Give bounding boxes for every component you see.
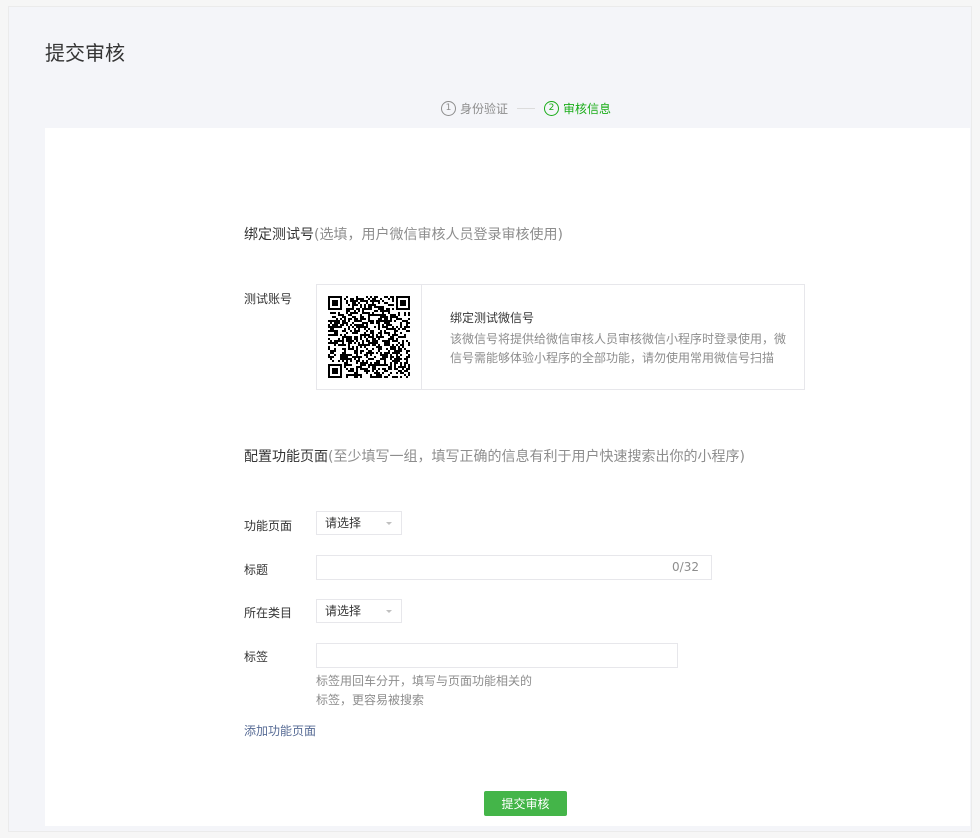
tags-hint-line-2: 标签，更容易被搜索: [316, 693, 425, 707]
test-account-section-title: 绑定测试号(选填，用户微信审核人员登录审核使用): [244, 224, 563, 244]
qr-code-icon[interactable]: [327, 296, 410, 378]
category-select-value: 请选择: [325, 604, 362, 618]
step-label-2: 审核信息: [563, 101, 612, 116]
step-label-1: 身份验证: [460, 101, 509, 116]
page-title: 提交审核: [45, 41, 125, 65]
config-section-title: 配置功能页面(至少填写一组，填写正确的信息有利于用户快速搜索出你的小程序): [244, 446, 745, 466]
test-account-label: 测试账号: [244, 292, 293, 306]
qr-code-cell: [317, 285, 422, 389]
section-title-text: 绑定测试号: [244, 227, 314, 243]
step-number-2: 2: [544, 100, 560, 116]
section-title-hint: (至少填写一组，填写正确的信息有利于用户快速搜索出你的小程序): [328, 449, 745, 465]
section-title-hint: (选填，用户微信审核人员登录审核使用): [314, 227, 563, 243]
category-label: 所在类目: [244, 606, 293, 620]
tags-input[interactable]: [316, 643, 678, 668]
title-input[interactable]: 0/32: [316, 555, 712, 580]
chevron-down-icon: [386, 610, 392, 613]
step-number-1: 1: [441, 100, 456, 116]
function-page-select-value: 请选择: [325, 516, 362, 530]
qr-title: 绑定测试微信号: [449, 311, 534, 325]
step-review-info: 2 审核信息: [544, 100, 611, 117]
category-select[interactable]: 请选择: [316, 599, 402, 623]
section-title-text: 配置功能页面: [244, 449, 328, 465]
chevron-down-icon: [386, 522, 392, 525]
tags-label: 标签: [244, 650, 269, 664]
step-indicator: 1 身份验证 2 审核信息: [441, 98, 611, 118]
qr-description: 该微信号将提供给微信审核人员审核微信小程序时登录使用，微信号需能够体验小程序的全…: [449, 332, 786, 365]
submit-review-button[interactable]: 提交审核: [484, 791, 567, 816]
title-label: 标题: [244, 563, 269, 577]
step-identity-verification: 1 身份验证: [441, 100, 508, 117]
tags-hint: 标签用回车分开，填写与页面功能相关的 标签，更容易被搜索: [316, 672, 532, 710]
page-container: 提交审核 1 身份验证 2 审核信息 绑定测试号(选填，用户微信审核人员登录审核…: [8, 6, 972, 832]
add-function-page-link[interactable]: 添加功能页面: [244, 722, 316, 739]
test-account-qr-box: 绑定测试微信号 该微信号将提供给微信审核人员审核微信小程序时登录使用，微信号需能…: [316, 284, 805, 390]
function-page-label: 功能页面: [244, 519, 293, 533]
form-card: 绑定测试号(选填，用户微信审核人员登录审核使用) 测试账号 绑定测试微信号 该微…: [45, 128, 970, 826]
function-page-select[interactable]: 请选择: [316, 511, 402, 535]
step-separator: [517, 107, 536, 109]
qr-text-block: 绑定测试微信号 该微信号将提供给微信审核人员审核微信小程序时登录使用，微信号需能…: [422, 285, 804, 389]
tags-hint-line-1: 标签用回车分开，填写与页面功能相关的: [316, 674, 533, 688]
title-char-counter: 0/32: [672, 560, 699, 574]
